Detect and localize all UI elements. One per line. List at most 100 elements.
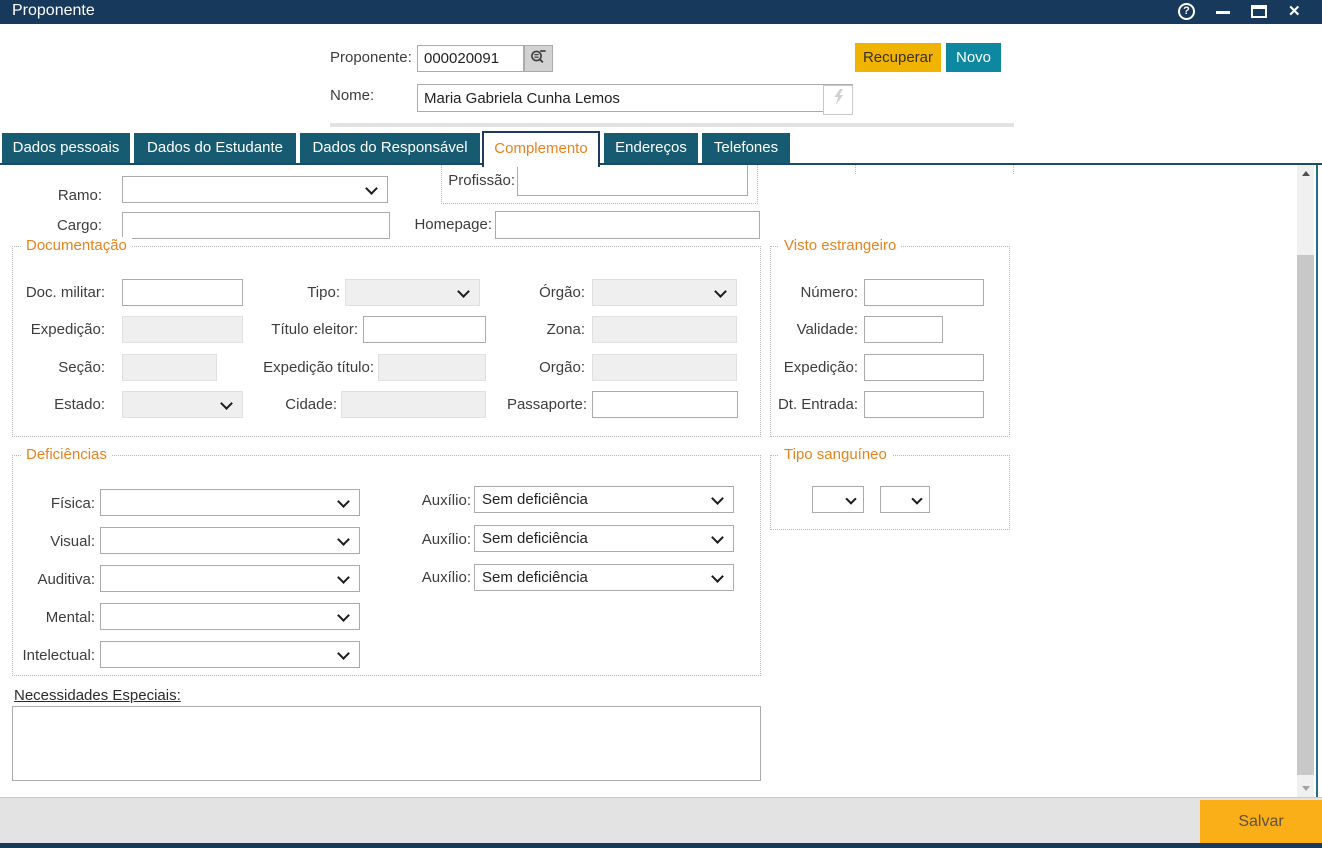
homepage-label: Homepage: [410, 216, 492, 233]
titlebar: Proponente ? ✕ [0, 0, 1322, 24]
numero-input[interactable] [864, 279, 984, 306]
recuperar-button[interactable]: Recuperar [855, 43, 941, 72]
close-icon: ✕ [1288, 3, 1301, 20]
search-button[interactable] [524, 45, 553, 72]
fator-rh-select[interactable] [880, 486, 930, 513]
passaporte-label: Passaporte: [500, 396, 587, 413]
tipo-sanguineo-legend: Tipo sanguíneo [779, 446, 892, 463]
tab-dados-pessoais[interactable]: Dados pessoais [2, 133, 130, 163]
proponente-input[interactable] [417, 45, 524, 72]
auxilio-3-select[interactable]: Sem deficiência [474, 564, 734, 591]
dt-entrada-input[interactable] [864, 391, 984, 418]
validade-label: Validade: [776, 321, 858, 338]
profissao-input[interactable] [517, 164, 748, 196]
novo-button[interactable]: Novo [946, 43, 1001, 72]
scroll-up-icon [1302, 171, 1310, 176]
dotted-fragment-1 [855, 165, 856, 174]
maximize-icon [1251, 5, 1267, 18]
doc-militar-input[interactable] [122, 279, 243, 306]
window-bottom-border [0, 843, 1322, 848]
visual-label: Visual: [15, 533, 95, 550]
tab-dados-do-estudante[interactable]: Dados do Estudante [134, 133, 296, 163]
expedicao-input [122, 316, 243, 343]
dotted-fragment-2 [1013, 165, 1014, 174]
visto-estrangeiro-legend: Visto estrangeiro [779, 237, 901, 254]
footer-bar [0, 797, 1322, 843]
dt-entrada-label: Dt. Entrada: [770, 396, 858, 413]
necessidades-especiais-textarea[interactable] [12, 706, 761, 781]
visto-expedicao-input[interactable] [864, 354, 984, 381]
homepage-input[interactable] [495, 211, 760, 239]
fisica-label: Física: [15, 495, 95, 512]
auxilio-1-label: Auxílio: [395, 492, 471, 509]
auditiva-label: Auditiva: [15, 571, 95, 588]
orgao-select [592, 279, 737, 306]
auxilio-2-label: Auxílio: [395, 531, 471, 548]
necessidades-especiais-label: Necessidades Especiais: [14, 687, 181, 704]
mental-select[interactable] [100, 603, 360, 630]
proponente-label: Proponente: [330, 49, 412, 66]
salvar-button[interactable]: Salvar [1200, 800, 1322, 843]
mental-label: Mental: [15, 609, 95, 626]
profissao-label: Profissão: [437, 172, 515, 189]
estado-label: Estado: [22, 396, 105, 413]
intelectual-select[interactable] [100, 641, 360, 668]
zona-label: Zona: [503, 321, 585, 338]
help-button[interactable]: ? [1178, 3, 1195, 27]
minimize-icon [1216, 11, 1230, 14]
titulo-eleitor-label: Título eleitor: [268, 321, 358, 338]
expedicao-label: Expedição: [22, 321, 105, 338]
search-icon [530, 48, 547, 70]
minimize-button[interactable] [1216, 11, 1230, 35]
tipo-sanguineo-select[interactable] [812, 486, 864, 513]
validade-input[interactable] [864, 316, 943, 343]
proponente-window: Proponente ? ✕ Proponente: Recuperar Nov… [0, 0, 1322, 848]
lightning-icon [832, 89, 845, 112]
nome-input[interactable] [417, 84, 853, 112]
scroll-thumb[interactable] [1297, 255, 1314, 775]
secao-label: Seção: [22, 359, 105, 376]
nome-label: Nome: [330, 87, 374, 104]
close-button[interactable]: ✕ [1288, 0, 1301, 24]
intelectual-label: Intelectual: [15, 647, 95, 664]
numero-label: Número: [776, 284, 858, 301]
auxilio-2-select[interactable]: Sem deficiência [474, 525, 734, 552]
ramo-select[interactable] [122, 176, 388, 203]
window-right-border [1316, 165, 1318, 797]
header-divider [330, 123, 1014, 127]
zona-input [592, 316, 737, 343]
cidade-input [341, 391, 486, 418]
fisica-select[interactable] [100, 489, 360, 516]
scroll-down-button[interactable] [1297, 780, 1314, 797]
tab-telefones[interactable]: Telefones [702, 133, 790, 163]
lightning-button[interactable] [823, 85, 853, 115]
auditiva-select[interactable] [100, 565, 360, 592]
tab-enderecos[interactable]: Endereços [604, 133, 698, 163]
estado-select [122, 391, 243, 418]
deficiencias-legend: Deficiências [21, 446, 112, 463]
documentacao-legend: Documentação [21, 237, 132, 254]
auxilio-1-select[interactable]: Sem deficiência [474, 486, 734, 513]
tipo-label: Tipo: [258, 284, 340, 301]
orgao-label: Órgão: [503, 284, 585, 301]
window-title: Proponente [12, 2, 95, 20]
doc-militar-label: Doc. militar: [22, 284, 105, 301]
scroll-down-icon [1302, 786, 1310, 791]
passaporte-input[interactable] [592, 391, 738, 418]
help-icon: ? [1178, 3, 1195, 20]
expedicao-titulo-label: Expedição título: [250, 359, 374, 376]
tipo-select [345, 279, 480, 306]
scroll-up-button[interactable] [1297, 165, 1314, 182]
secao-input [122, 354, 217, 381]
vertical-scrollbar[interactable] [1297, 165, 1314, 797]
tab-dados-do-responsavel[interactable]: Dados do Responsável [300, 133, 480, 163]
tab-bottom-border [0, 163, 1322, 165]
maximize-button[interactable] [1251, 5, 1267, 29]
visto-expedicao-label: Expedição: [776, 359, 858, 376]
orgao2-label: Orgão: [503, 359, 585, 376]
visual-select[interactable] [100, 527, 360, 554]
cargo-input[interactable] [122, 212, 390, 239]
orgao2-input [592, 354, 737, 381]
titulo-eleitor-input[interactable] [363, 316, 486, 343]
tab-complemento[interactable]: Complemento [482, 131, 600, 167]
